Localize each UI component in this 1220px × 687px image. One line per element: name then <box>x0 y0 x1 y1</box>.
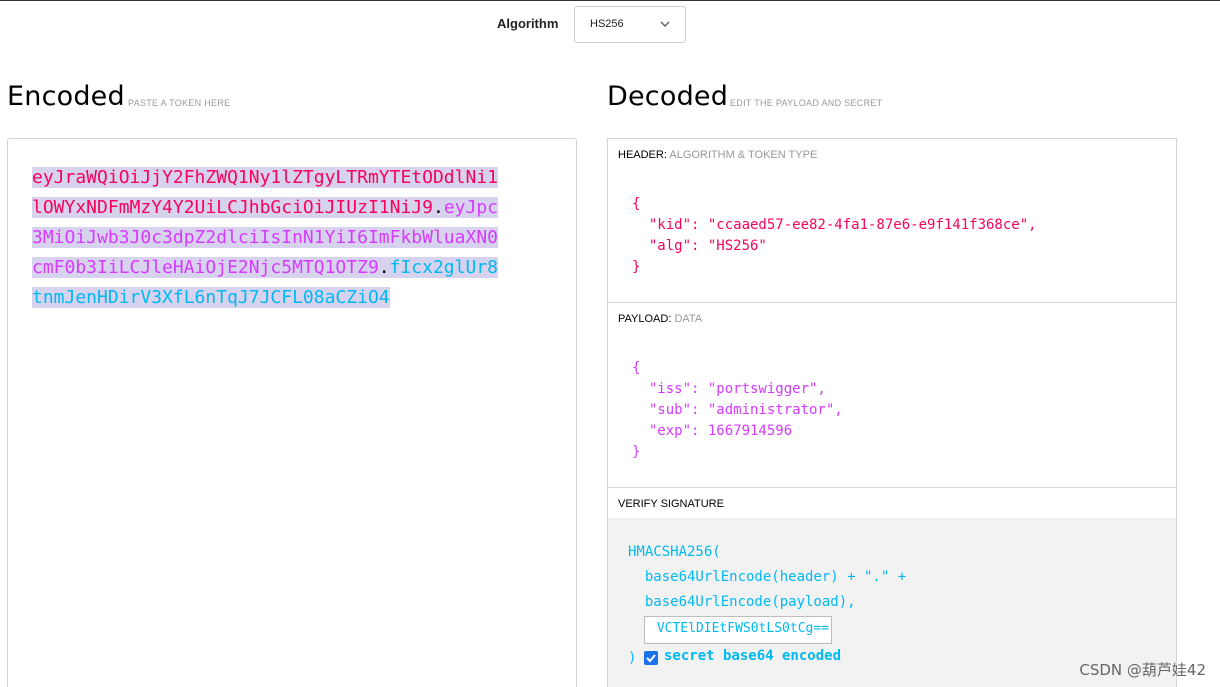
verify-section-title: VERIFY SIGNATURE <box>607 487 1177 519</box>
close-paren: ) <box>628 650 637 666</box>
verify-section-label: VERIFY SIGNATURE <box>618 498 724 510</box>
secret-base64-checkbox[interactable] <box>644 651 658 665</box>
verify-code: HMACSHA256( base64UrlEncode(header) + ".… <box>628 540 906 615</box>
code-line: "exp": 1667914596 <box>632 423 793 439</box>
code-line: "iss": "portswigger", <box>632 381 826 397</box>
payload-section-title: PAYLOAD: DATA <box>607 302 1177 334</box>
header-json: { "kid": "ccaaed57-ee82-4fa1-87e6-e9f141… <box>632 194 1037 278</box>
decoded-subtitle: EDIT THE PAYLOAD AND SECRET <box>730 98 883 108</box>
code-line: base64UrlEncode(header) + "." + <box>628 569 907 585</box>
token-header-part: eyJraWQiOiJjY2FhZWQ1Ny1lZTgyLTRmYTEtODdl… <box>32 167 498 218</box>
token-separator: . <box>432 197 444 218</box>
payload-section-label: PAYLOAD: <box>618 313 672 325</box>
code-line: "kid": "ccaaed57-ee82-4fa1-87e6-e9f141f3… <box>632 217 1037 233</box>
code-line: } <box>632 259 641 275</box>
algorithm-selected-value: HS256 <box>590 18 624 30</box>
header-section-label: HEADER: <box>618 149 667 161</box>
code-line: { <box>632 196 641 212</box>
algorithm-label: Algorithm <box>497 16 559 31</box>
code-line: } <box>632 444 641 460</box>
code-line: HMACSHA256( <box>628 544 721 560</box>
payload-section-desc: DATA <box>674 313 703 325</box>
watermark: CSDN @葫芦娃42 <box>1079 661 1206 679</box>
code-line: base64UrlEncode(payload), <box>628 594 856 610</box>
decoded-title: Decoded <box>607 81 729 112</box>
encoded-subtitle: PASTE A TOKEN HERE <box>128 98 231 108</box>
top-divider <box>0 0 1220 1</box>
encoded-token-editor[interactable]: eyJraWQiOiJjY2FhZWQ1Ny1lZTgyLTRmYTEtODdl… <box>7 138 577 687</box>
encoded-token: eyJraWQiOiJjY2FhZWQ1Ny1lZTgyLTRmYTEtODdl… <box>32 163 502 313</box>
secret-base64-label[interactable]: secret base64 encoded <box>664 648 841 664</box>
secret-value: VCTElDIEtFWS0tLS0tCg== <box>656 621 829 636</box>
token-separator: . <box>378 257 390 278</box>
check-icon <box>646 654 656 663</box>
payload-json: { "iss": "portswigger", "sub": "administ… <box>632 358 843 463</box>
encoded-title: Encoded <box>7 81 125 112</box>
algorithm-select[interactable]: HS256 <box>574 6 686 43</box>
header-section-desc: ALGORITHM & TOKEN TYPE <box>669 149 818 161</box>
chevron-down-icon <box>660 21 670 27</box>
secret-input[interactable]: VCTElDIEtFWS0tLS0tCg== <box>644 616 832 644</box>
header-section-title: HEADER: ALGORITHM & TOKEN TYPE <box>607 138 1177 170</box>
code-line: "sub": "administrator", <box>632 402 843 418</box>
code-line: "alg": "HS256" <box>632 238 767 254</box>
code-line: { <box>632 360 641 376</box>
